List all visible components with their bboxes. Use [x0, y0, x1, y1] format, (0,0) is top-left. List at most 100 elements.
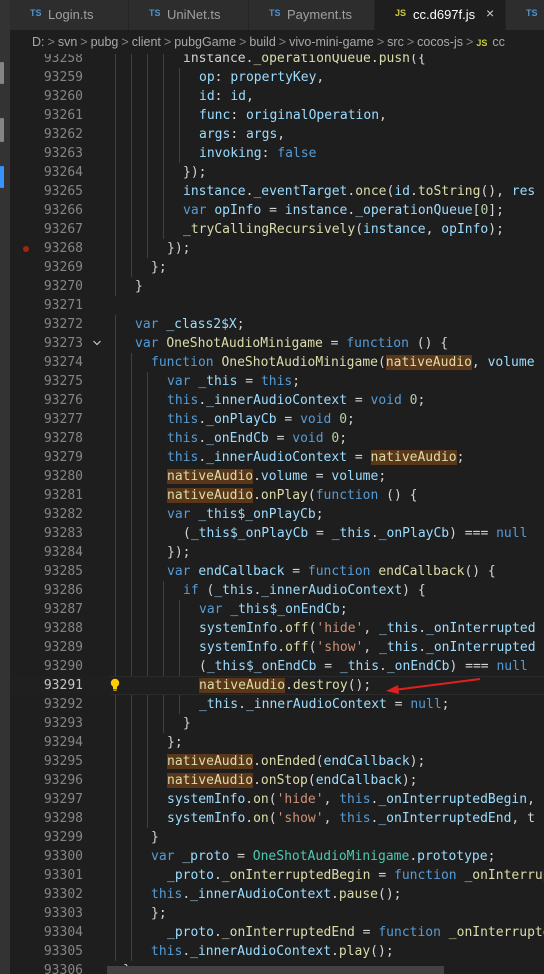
- code-line[interactable]: 93285 var endCallback = function endCallb…: [10, 562, 544, 581]
- code-text[interactable]: var opInfo = instance._operationQueue[0]…: [183, 201, 504, 220]
- code-line[interactable]: 93289 systemInfo.off('show', _this._onInt…: [10, 638, 544, 657]
- code-line[interactable]: 93287 var _this$_onEndCb;: [10, 600, 544, 619]
- code-text[interactable]: args: args,: [199, 125, 285, 144]
- code-line[interactable]: 93271: [10, 296, 544, 315]
- code-text[interactable]: this._innerAudioContext.pause();: [151, 885, 401, 904]
- code-text[interactable]: this._onEndCb = void 0;: [167, 429, 347, 448]
- code-line[interactable]: 93266 var opInfo = instance._operationQue…: [10, 201, 544, 220]
- code-text[interactable]: };: [151, 258, 167, 277]
- lightbulb-icon[interactable]: [110, 678, 120, 691]
- code-text[interactable]: this._innerAudioContext = void 0;: [167, 391, 425, 410]
- code-line[interactable]: 93282 var _this$_onPlayCb;: [10, 505, 544, 524]
- breadcrumb-file[interactable]: cc: [492, 35, 505, 49]
- code-line[interactable]: 93279 this._innerAudioContext = nativeAud…: [10, 448, 544, 467]
- code-text[interactable]: systemInfo.on('hide', this._onInterrupte…: [167, 790, 535, 809]
- code-text[interactable]: func: originalOperation,: [199, 106, 387, 125]
- code-text[interactable]: _proto._onInterruptedBegin = function _o…: [167, 866, 544, 885]
- code-line[interactable]: 93262 args: args,: [10, 125, 544, 144]
- code-text[interactable]: invoking: false: [199, 144, 316, 163]
- tab-login-ts[interactable]: TS Login.ts: [10, 0, 129, 30]
- code-text[interactable]: (_this$_onPlayCb = _this._onPlayCb) === …: [183, 524, 527, 543]
- code-text[interactable]: var _proto = OneShotAudioMinigame.protot…: [151, 847, 495, 866]
- breadcrumb-segment[interactable]: svn: [58, 35, 77, 49]
- code-line[interactable]: 93286 if (_this._innerAudioContext) {: [10, 581, 544, 600]
- code-line[interactable]: 93297 systemInfo.on('hide', this._onInter…: [10, 790, 544, 809]
- breakpoint-icon[interactable]: [23, 246, 29, 252]
- code-line[interactable]: 93299}: [10, 828, 544, 847]
- code-line[interactable]: 93263 invoking: false: [10, 144, 544, 163]
- code-text[interactable]: this._innerAudioContext.play();: [151, 942, 394, 961]
- code-line[interactable]: 93268});: [10, 239, 544, 258]
- code-text[interactable]: nativeAudio.onEnded(endCallback);: [167, 752, 425, 771]
- code-text[interactable]: var OneShotAudioMinigame = function () {: [135, 334, 448, 353]
- code-text[interactable]: });: [183, 163, 206, 182]
- tab-payment-ts[interactable]: TS Payment.ts: [249, 0, 375, 30]
- tab-cc-d697f-js[interactable]: JS cc.d697f.js ×: [375, 0, 506, 30]
- code-text[interactable]: systemInfo.off('hide', _this._onInterrup…: [199, 619, 536, 638]
- code-text[interactable]: };: [151, 904, 167, 923]
- code-text[interactable]: (_this$_onEndCb = _this._onEndCb) === nu…: [199, 657, 528, 676]
- current-line[interactable]: 93291 nativeAudio.destroy();: [10, 676, 544, 695]
- code-text[interactable]: };: [167, 733, 183, 752]
- code-line[interactable]: 93273 var OneShotAudioMinigame = function…: [10, 334, 544, 353]
- code-text[interactable]: var _this = this;: [167, 372, 300, 391]
- code-text[interactable]: function OneShotAudioMinigame(nativeAudi…: [151, 353, 535, 372]
- code-line[interactable]: 93277 this._onPlayCb = void 0;: [10, 410, 544, 429]
- code-line[interactable]: 93259 op: propertyKey,: [10, 68, 544, 87]
- code-text[interactable]: systemInfo.on('show', this._onInterrupte…: [167, 809, 535, 828]
- code-line[interactable]: 93295 nativeAudio.onEnded(endCallback);: [10, 752, 544, 771]
- code-line[interactable]: 93298 systemInfo.on('show', this._onInter…: [10, 809, 544, 828]
- code-text[interactable]: this._innerAudioContext = nativeAudio;: [167, 448, 464, 467]
- code-line[interactable]: 93270}: [10, 277, 544, 296]
- code-line[interactable]: 93303};: [10, 904, 544, 923]
- code-text[interactable]: nativeAudio.onStop(endCallback);: [167, 771, 417, 790]
- horizontal-scrollbar[interactable]: [107, 966, 444, 974]
- code-line[interactable]: 93276 this._innerAudioContext = void 0;: [10, 391, 544, 410]
- code-line[interactable]: 93288 systemInfo.off('hide', _this._onInt…: [10, 619, 544, 638]
- code-line[interactable]: 93261 func: originalOperation,: [10, 106, 544, 125]
- code-text[interactable]: var _this$_onEndCb;: [199, 600, 348, 619]
- code-text[interactable]: instance._eventTarget.once(id.toString()…: [183, 182, 535, 201]
- breadcrumb-segment[interactable]: src: [387, 35, 404, 49]
- code-line[interactable]: 93272 var _class2$X;: [10, 315, 544, 334]
- code-text[interactable]: var endCallback = function endCallback()…: [167, 562, 496, 581]
- activity-indicator[interactable]: [0, 118, 4, 142]
- code-text[interactable]: op: propertyKey,: [199, 68, 324, 87]
- code-text[interactable]: systemInfo.off('show', _this._onInterrup…: [199, 638, 536, 657]
- code-line[interactable]: 93296 nativeAudio.onStop(endCallback);: [10, 771, 544, 790]
- code-text[interactable]: id: id,: [199, 87, 254, 106]
- code-text[interactable]: if (_this._innerAudioContext) {: [183, 581, 426, 600]
- code-line[interactable]: 93258 instance._operationQueue.push({: [10, 54, 544, 68]
- code-text[interactable]: }: [151, 828, 159, 847]
- code-editor[interactable]: 93258 instance._operationQueue.push({9325…: [10, 54, 544, 974]
- code-line[interactable]: 93290 (_this$_onEndCb = _this._onEndCb) =…: [10, 657, 544, 676]
- code-text[interactable]: this._onPlayCb = void 0;: [167, 410, 355, 429]
- code-text[interactable]: });: [167, 239, 190, 258]
- tab-uninet-ts[interactable]: TS UniNet.ts: [129, 0, 249, 30]
- tab-ha[interactable]: TS Ha: [506, 0, 544, 30]
- code-line[interactable]: 93292 _this._innerAudioContext = null;: [10, 695, 544, 714]
- breadcrumb-segment[interactable]: vivo-mini-game: [289, 35, 374, 49]
- code-text[interactable]: nativeAudio.onPlay(function () {: [167, 486, 417, 505]
- breadcrumb-segment[interactable]: pubgGame: [174, 35, 236, 49]
- code-line[interactable]: 93275 var _this = this;: [10, 372, 544, 391]
- code-line[interactable]: 93269};: [10, 258, 544, 277]
- code-line[interactable]: 93305 this._innerAudioContext.play();: [10, 942, 544, 961]
- code-text[interactable]: nativeAudio.destroy();: [199, 676, 371, 695]
- code-line[interactable]: 93301 _proto._onInterruptedBegin = functi…: [10, 866, 544, 885]
- code-text[interactable]: nativeAudio.volume = volume;: [167, 467, 386, 486]
- code-line[interactable]: 93260 id: id,: [10, 87, 544, 106]
- breadcrumb-segment[interactable]: pubg: [91, 35, 119, 49]
- code-line[interactable]: 93283 (_this$_onPlayCb = _this._onPlayCb)…: [10, 524, 544, 543]
- activity-indicator-active[interactable]: [0, 166, 4, 188]
- code-line[interactable]: 93267 _tryCallingRecursively(instance, op…: [10, 220, 544, 239]
- code-line[interactable]: 93300 var _proto = OneShotAudioMinigame.p…: [10, 847, 544, 866]
- code-line[interactable]: 93264});: [10, 163, 544, 182]
- code-text[interactable]: }: [135, 277, 143, 296]
- code-text[interactable]: }: [183, 714, 191, 733]
- code-text[interactable]: _this._innerAudioContext = null;: [199, 695, 449, 714]
- close-icon[interactable]: ×: [486, 5, 494, 21]
- code-line[interactable]: 93293}: [10, 714, 544, 733]
- breadcrumb-segment[interactable]: client: [132, 35, 161, 49]
- code-line[interactable]: 93281 nativeAudio.onPlay(function () {: [10, 486, 544, 505]
